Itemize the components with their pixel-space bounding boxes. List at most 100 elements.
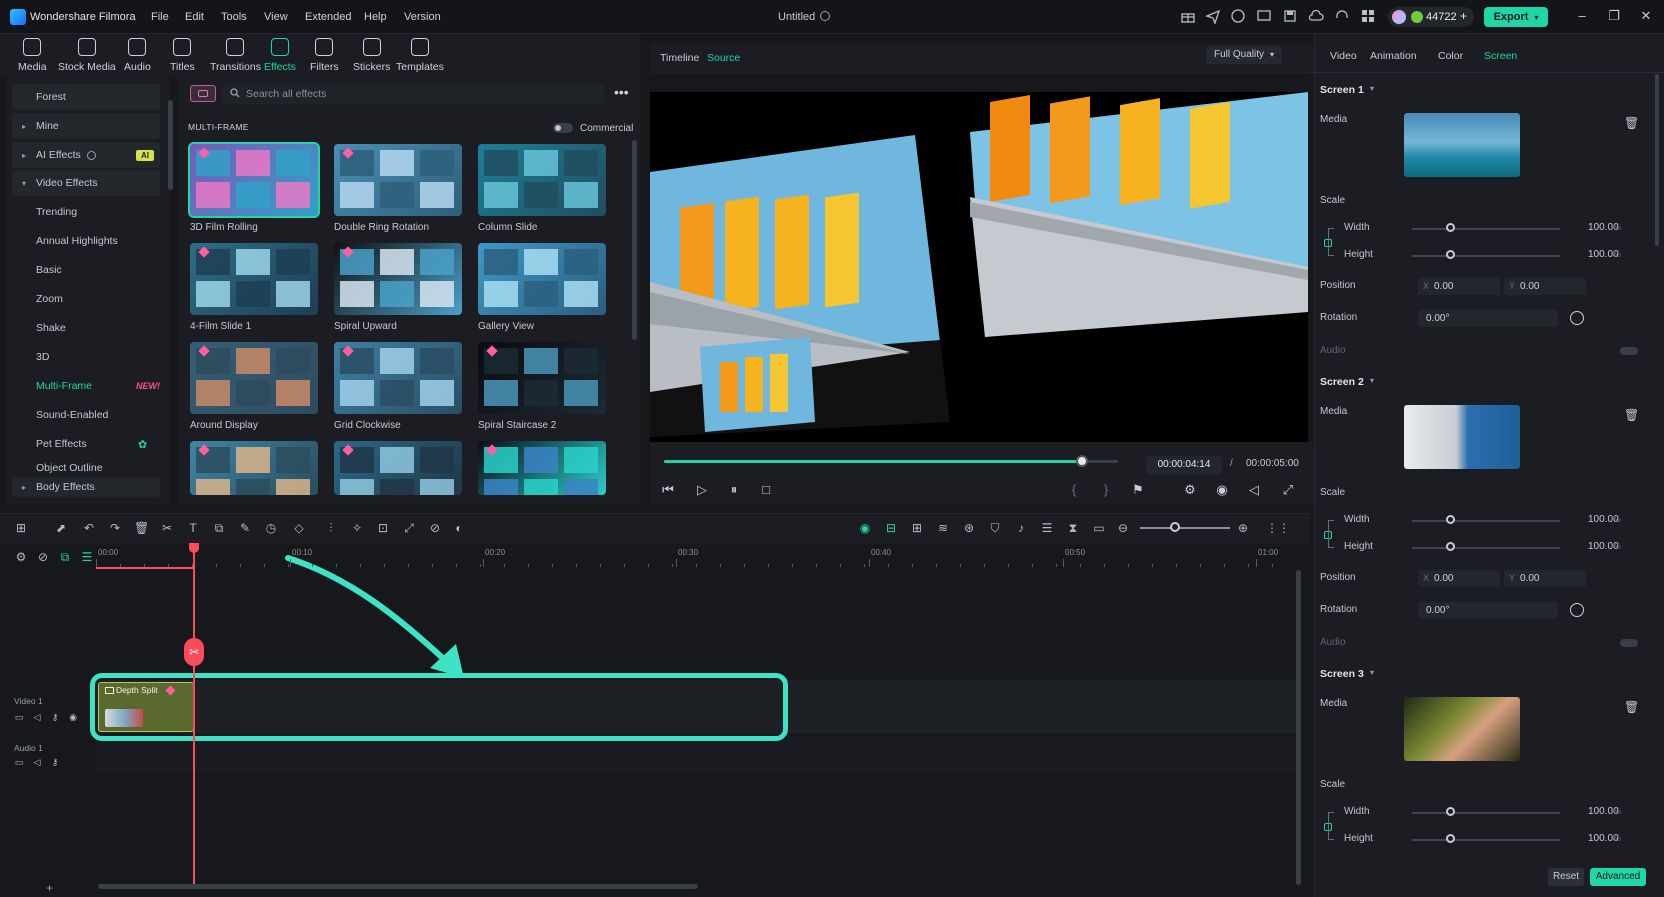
sidebar-scrollbar[interactable] (168, 100, 173, 190)
screen-title[interactable]: Screen 2 (1320, 376, 1364, 388)
track-layout-icon[interactable]: ⋮⋮ (1266, 521, 1290, 535)
apps-grid-icon[interactable] (1360, 8, 1376, 24)
folder-icon[interactable]: ▭ (14, 712, 24, 722)
menu-help[interactable]: Help (364, 11, 387, 23)
text-icon[interactable]: T (186, 521, 200, 535)
more-options-icon[interactable]: ••• (614, 84, 629, 100)
sidebar-item-shake[interactable]: Shake (12, 315, 160, 341)
sidebar-item-trending[interactable]: Trending (12, 199, 160, 225)
toolbar-media[interactable]: Media (18, 38, 47, 73)
speaker-icon[interactable]: ◁ (32, 712, 42, 722)
effect-card[interactable] (334, 144, 462, 216)
screen-title[interactable]: Screen 3 (1320, 668, 1364, 680)
motion-icon[interactable]: ⧗ (1066, 521, 1080, 535)
restore-icon[interactable]: ❐ (1606, 8, 1622, 24)
sidebar-item-3d[interactable]: 3D (12, 344, 160, 370)
send-icon[interactable] (1205, 8, 1221, 24)
playhead-line[interactable] (193, 545, 195, 885)
paint-icon[interactable]: ✎ (238, 521, 252, 535)
menu-file[interactable]: File (151, 11, 169, 23)
track-manage-icon[interactable]: ☰ (80, 550, 94, 564)
height-slider-knob[interactable] (1446, 250, 1455, 259)
mark-out-icon[interactable]: } (1098, 482, 1114, 498)
zoom-out-icon[interactable]: ⊖ (1116, 521, 1130, 535)
save-icon[interactable] (1282, 8, 1298, 24)
speed-icon[interactable]: ◷ (264, 521, 278, 535)
menu-view[interactable]: View (264, 11, 288, 23)
toolbar-filters[interactable]: Filters (310, 38, 339, 73)
zoom-in-icon[interactable]: ⊕ (1236, 521, 1250, 535)
width-slider-knob[interactable] (1446, 223, 1455, 232)
rotation-dial-icon[interactable] (1570, 311, 1584, 325)
sidebar-item-multi-frame[interactable]: Multi-Frame NEW! (12, 373, 160, 399)
menu-tools[interactable]: Tools (221, 11, 247, 23)
mixer-icon[interactable]: ☰ (1040, 521, 1054, 535)
screen-media-thumbnail[interactable] (1404, 405, 1520, 469)
rotation-dial-icon[interactable] (1570, 603, 1584, 617)
toolbar-transitions[interactable]: Transitions (210, 38, 261, 73)
previous-frame-icon[interactable]: ⏮ (660, 482, 676, 498)
close-icon[interactable]: ✕ (1638, 8, 1654, 24)
sidebar-item-forest[interactable]: Forest (12, 84, 160, 110)
split-screen-icon[interactable]: ⊟ (884, 521, 898, 535)
auto-reframe-icon[interactable]: ⤢ (402, 521, 416, 535)
ai-mate-icon[interactable]: ◉ (858, 521, 872, 535)
chevron-down-icon[interactable]: ▾ (1370, 84, 1374, 93)
audio-toggle[interactable] (1620, 347, 1638, 355)
headset-icon[interactable] (1334, 8, 1350, 24)
rotation-field[interactable]: 0.00° (1418, 310, 1558, 327)
commercial-toggle[interactable] (553, 123, 573, 133)
trash-icon[interactable]: 🗑 (1624, 116, 1639, 130)
rotation-field[interactable]: 0.00° (1418, 602, 1558, 619)
height-slider[interactable] (1412, 839, 1560, 841)
sidebar-item-body-effects[interactable]: ▸ Body Effects (12, 477, 160, 497)
speaker-icon[interactable]: ◁ (32, 757, 42, 767)
advanced-button[interactable]: Advanced (1590, 868, 1646, 886)
shield-icon[interactable]: ⛉ (988, 521, 1002, 535)
crop-icon[interactable]: ⧉ (212, 521, 226, 535)
toolbar-titles[interactable]: Titles (170, 38, 195, 73)
microphone-icon[interactable]: ♪ (1014, 521, 1028, 535)
stop-icon[interactable]: □ (758, 482, 774, 498)
tab-screen[interactable]: Screen (1484, 50, 1517, 62)
render-icon[interactable]: ⚙ (1182, 482, 1198, 498)
screen-media-thumbnail[interactable] (1404, 113, 1520, 177)
toolbar-stock-media[interactable]: Stock Media (58, 38, 116, 73)
snap-icon[interactable]: ⚙ (14, 550, 28, 564)
menu-extended[interactable]: Extended (305, 11, 351, 23)
effect-card[interactable] (478, 342, 606, 414)
effect-card[interactable] (334, 342, 462, 414)
quality-select[interactable]: Full Quality ▾ (1206, 46, 1282, 64)
subtitle-icon[interactable]: ▭ (1092, 521, 1106, 535)
undo-icon[interactable]: ↶ (82, 521, 96, 535)
effect-card[interactable] (478, 441, 606, 495)
properties-scrollbar[interactable] (1655, 74, 1659, 246)
current-time[interactable]: 00:00:04:14 (1146, 456, 1222, 474)
chevron-down-icon[interactable]: ▾ (1370, 376, 1374, 385)
effect-card[interactable] (478, 243, 606, 315)
sidebar-item-annual-highlights[interactable]: Annual Highlights (12, 228, 160, 254)
width-slider[interactable] (1412, 228, 1560, 230)
sidebar-item-video-effects[interactable]: ▾ Video Effects (12, 170, 160, 196)
monitor-icon[interactable] (1256, 8, 1272, 24)
split-icon[interactable]: ⫶ (324, 521, 338, 535)
audio-toggle[interactable] (1620, 639, 1638, 647)
sidebar-item-zoom[interactable]: Zoom (12, 286, 160, 312)
fullscreen-icon[interactable]: ⤢ (1280, 482, 1296, 498)
toolbar-templates[interactable]: Templates (396, 38, 444, 73)
menu-edit[interactable]: Edit (185, 11, 204, 23)
timeline-horizontal-scrollbar[interactable] (98, 884, 698, 889)
audio-track[interactable] (96, 736, 1296, 772)
snapshot-icon[interactable]: ◉ (1214, 482, 1230, 498)
sidebar-item-pet-effects[interactable]: Pet Effects ✿ (12, 431, 160, 457)
avatar[interactable] (1392, 10, 1406, 24)
tab-video[interactable]: Video (1330, 50, 1357, 62)
select-tool-icon[interactable]: ⬈ (54, 521, 68, 535)
chevron-down-icon[interactable]: ▾ (1370, 668, 1374, 677)
position-x-field[interactable]: X 0.00 (1418, 278, 1500, 295)
filter-button[interactable] (190, 85, 216, 102)
screen-title[interactable]: Screen 1 (1320, 84, 1364, 96)
toolbar-audio[interactable]: Audio (124, 38, 151, 73)
ai-cut-icon[interactable]: ✧ (350, 521, 364, 535)
playhead-handle[interactable] (189, 543, 199, 553)
